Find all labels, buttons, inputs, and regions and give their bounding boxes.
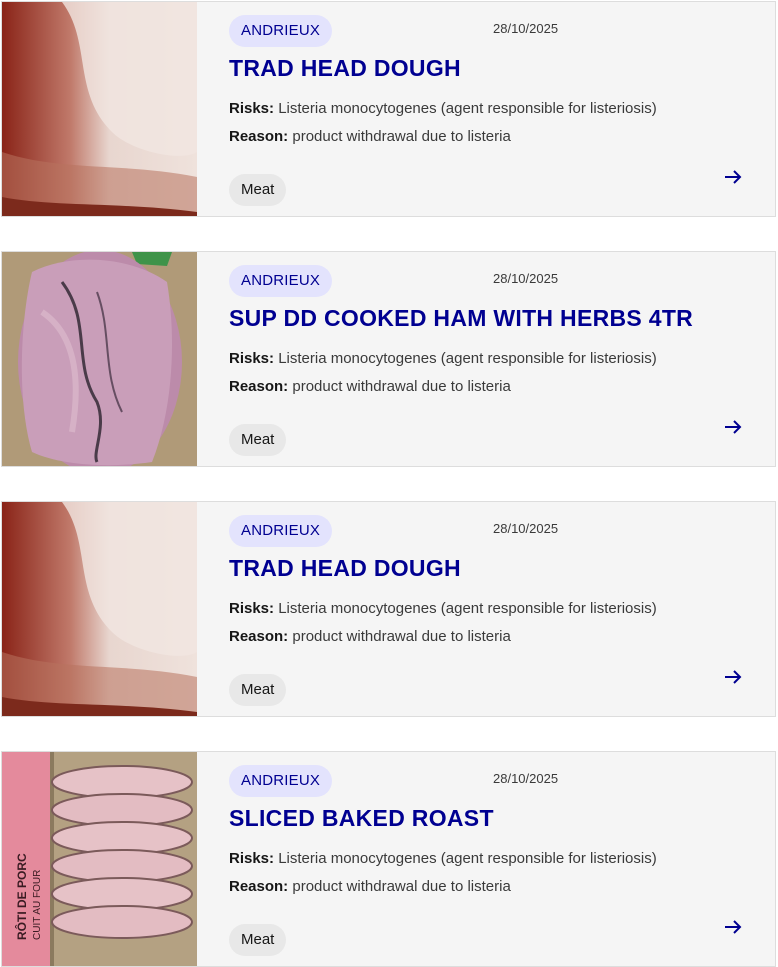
publication-date: 28/10/2025	[493, 771, 559, 786]
risks-text: Listeria monocytogenes (agent responsibl…	[274, 600, 657, 617]
arrow-right-icon[interactable]	[721, 665, 745, 689]
risks-label: Risks:	[229, 600, 275, 617]
reason-text: product withdrawal due to listeria	[288, 128, 511, 145]
product-title[interactable]: SLICED BAKED ROAST	[229, 805, 494, 832]
product-title[interactable]: SUP DD COOKED HAM WITH HERBS 4TR	[229, 305, 693, 332]
brand-badge: ANDRIEUX	[229, 765, 333, 797]
category-tag: Meat	[229, 674, 287, 706]
brand-badge: ANDRIEUX	[229, 265, 333, 297]
risks-line: Risks: Listeria monocytogenes (agent res…	[229, 350, 657, 367]
category-tag: Meat	[229, 174, 287, 206]
reason-line: Reason: product withdrawal due to lister…	[229, 128, 511, 145]
reason-line: Reason: product withdrawal due to lister…	[229, 628, 511, 645]
risks-label: Risks:	[229, 350, 275, 367]
risks-line: Risks: Listeria monocytogenes (agent res…	[229, 600, 657, 617]
risks-label: Risks:	[229, 100, 275, 117]
product-image	[2, 252, 197, 466]
reason-label: Reason:	[229, 128, 289, 145]
reason-label: Reason:	[229, 378, 289, 395]
arrow-right-icon[interactable]	[721, 415, 745, 439]
risks-text: Listeria monocytogenes (agent responsibl…	[274, 100, 657, 117]
recall-card[interactable]: ANDRIEUX 28/10/2025 SUP DD COOKED HAM WI…	[1, 251, 776, 467]
recall-card[interactable]: RÔTI DE PORC CUIT AU FOUR ANDRIEUX 28/10…	[1, 751, 776, 967]
publication-date: 28/10/2025	[493, 271, 559, 286]
arrow-right-icon[interactable]	[721, 915, 745, 939]
reason-label: Reason:	[229, 878, 289, 895]
product-image: RÔTI DE PORC CUIT AU FOUR	[2, 752, 197, 966]
risks-text: Listeria monocytogenes (agent responsibl…	[274, 850, 657, 867]
package-label-1: RÔTI DE PORC	[14, 853, 29, 940]
risks-line: Risks: Listeria monocytogenes (agent res…	[229, 850, 657, 867]
risks-label: Risks:	[229, 850, 275, 867]
reason-text: product withdrawal due to listeria	[288, 378, 511, 395]
product-title[interactable]: TRAD HEAD DOUGH	[229, 555, 461, 582]
brand-badge: ANDRIEUX	[229, 15, 333, 47]
product-image	[2, 2, 197, 216]
arrow-right-icon[interactable]	[721, 165, 745, 189]
risks-line: Risks: Listeria monocytogenes (agent res…	[229, 100, 657, 117]
reason-text: product withdrawal due to listeria	[288, 628, 511, 645]
brand-badge: ANDRIEUX	[229, 515, 333, 547]
reason-line: Reason: product withdrawal due to lister…	[229, 878, 511, 895]
category-tag: Meat	[229, 424, 287, 456]
product-title[interactable]: TRAD HEAD DOUGH	[229, 55, 461, 82]
recall-card[interactable]: ANDRIEUX 28/10/2025 TRAD HEAD DOUGH Risk…	[1, 501, 776, 717]
category-tag: Meat	[229, 924, 287, 956]
package-label-2: CUIT AU FOUR	[32, 870, 43, 940]
reason-text: product withdrawal due to listeria	[288, 878, 511, 895]
reason-line: Reason: product withdrawal due to lister…	[229, 378, 511, 395]
publication-date: 28/10/2025	[493, 21, 559, 36]
product-image	[2, 502, 197, 716]
recall-card[interactable]: ANDRIEUX 28/10/2025 TRAD HEAD DOUGH Risk…	[1, 1, 776, 217]
risks-text: Listeria monocytogenes (agent responsibl…	[274, 350, 657, 367]
publication-date: 28/10/2025	[493, 521, 559, 536]
reason-label: Reason:	[229, 628, 289, 645]
